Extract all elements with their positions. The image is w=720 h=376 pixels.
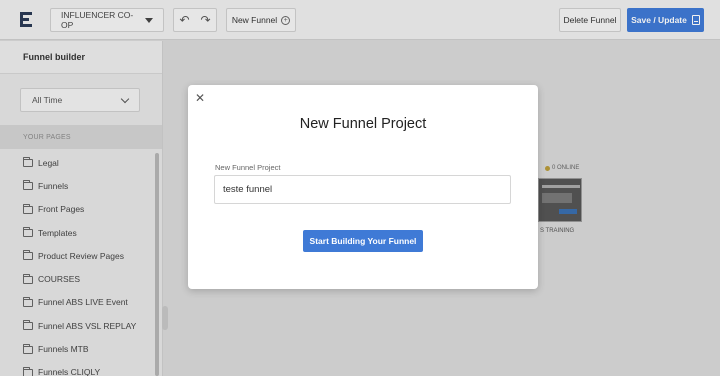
start-building-label: Start Building Your Funnel	[309, 236, 417, 246]
new-funnel-modal: ✕ New Funnel Project New Funnel Project …	[188, 85, 538, 289]
start-building-button[interactable]: Start Building Your Funnel	[303, 230, 423, 252]
funnel-name-label: New Funnel Project	[215, 163, 281, 172]
close-icon[interactable]: ✕	[195, 92, 205, 104]
modal-title: New Funnel Project	[299, 116, 427, 132]
funnel-name-input[interactable]	[214, 175, 511, 204]
